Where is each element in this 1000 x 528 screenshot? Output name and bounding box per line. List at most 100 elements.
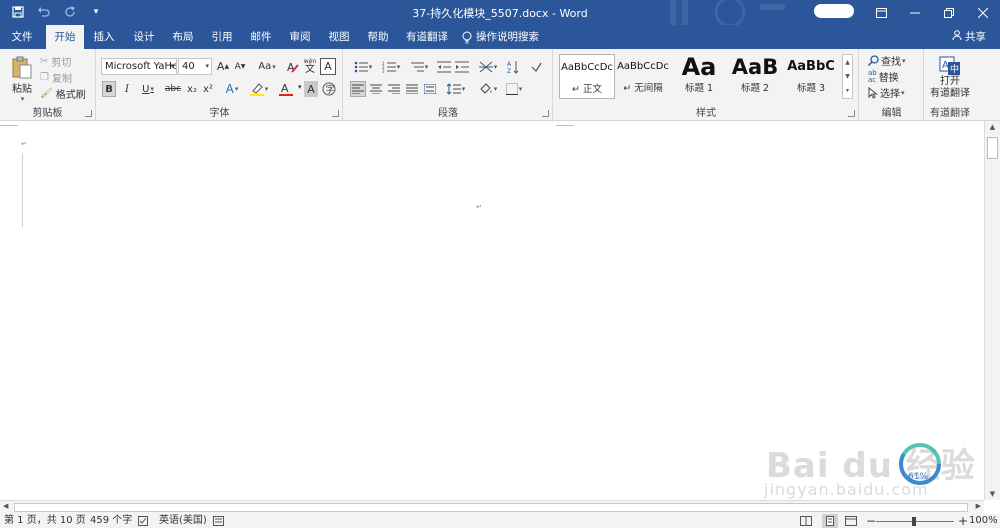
vertical-scrollbar[interactable]: ▲ ▼ <box>984 121 1000 500</box>
change-case-button[interactable]: Aa ▾ <box>254 58 280 75</box>
tab-design[interactable]: 设计 <box>127 25 161 49</box>
character-border-button[interactable]: A <box>320 58 336 75</box>
copy-button[interactable]: ❐ 复制 <box>40 70 72 85</box>
bullets-button[interactable]: ▾ <box>350 58 376 75</box>
select-button[interactable]: 选择 ▾ <box>868 85 905 100</box>
shrink-font-button[interactable]: A ▼ <box>232 58 248 75</box>
font-color-button[interactable]: A <box>274 81 298 97</box>
multilevel-list-button[interactable]: ▾ <box>406 58 432 75</box>
zoom-out-icon[interactable]: − <box>866 514 876 528</box>
align-left-icon[interactable] <box>350 81 366 97</box>
restore-icon[interactable] <box>932 0 966 25</box>
tab-layout[interactable]: 布局 <box>166 25 200 49</box>
paragraph-group: ▾ 1 2 3 ▾ ▾ ▾ AZ ▾ ▾ ▾ 段落 <box>344 49 553 121</box>
bold-button[interactable]: B <box>102 81 116 97</box>
italic-button[interactable]: I <box>120 81 134 97</box>
tab-file[interactable]: 文件 <box>4 25 40 49</box>
ribbon-display-options-icon[interactable] <box>864 0 898 25</box>
style-normal[interactable]: AaBbCcDc ↵ 正文 <box>559 54 615 99</box>
superscript-button[interactable]: x² <box>201 81 215 97</box>
chevron-up-icon[interactable]: ▲ <box>845 59 850 66</box>
share-button[interactable]: 共享 <box>952 25 986 49</box>
distributed-icon[interactable] <box>422 81 438 97</box>
font-launcher-icon[interactable] <box>332 110 339 117</box>
scroll-up-icon[interactable]: ▲ <box>985 123 1000 131</box>
phonetic-guide-button[interactable]: wén 文 <box>302 57 318 76</box>
style-heading-2[interactable]: AaB 标题 2 <box>727 54 783 99</box>
word-count[interactable]: 459 个字 <box>90 514 132 528</box>
character-shading-button[interactable]: A <box>304 81 318 97</box>
find-button[interactable]: 查找 ▾ <box>868 53 906 68</box>
account-avatar[interactable] <box>814 4 854 18</box>
strikethrough-label: abc <box>164 84 182 94</box>
paragraph-mark-icon: ↵ <box>21 140 27 148</box>
zoom-slider-thumb[interactable] <box>912 517 916 526</box>
paste-label: 粘贴 <box>12 83 32 95</box>
web-layout-icon[interactable] <box>845 514 857 528</box>
style-heading-3[interactable]: AaBbC 标题 3 <box>783 54 839 99</box>
text-effects-button[interactable]: A ▾ <box>221 81 243 97</box>
minimize-icon[interactable] <box>898 0 932 25</box>
print-layout-icon[interactable] <box>822 514 838 528</box>
underline-button[interactable]: U ▾ <box>137 81 159 97</box>
language[interactable]: 英语(美国) <box>159 514 207 528</box>
shading-button[interactable]: ▾ <box>476 81 500 97</box>
read-mode-icon[interactable] <box>800 514 812 528</box>
macro-record-icon[interactable] <box>213 514 224 528</box>
justify-icon[interactable] <box>404 81 420 97</box>
font-name-box[interactable]: Microsoft YaHe ▾ <box>101 58 177 75</box>
copy-label: 复制 <box>51 74 72 85</box>
align-center-icon[interactable] <box>368 81 384 97</box>
clipboard-launcher-icon[interactable] <box>85 110 92 117</box>
tab-home[interactable]: 开始 <box>46 25 84 49</box>
vertical-scroll-thumb[interactable] <box>987 137 998 159</box>
sort-icon[interactable]: AZ <box>506 58 520 75</box>
page-count[interactable]: 第 1 页，共 10 页 <box>4 514 86 528</box>
scroll-down-icon[interactable]: ▼ <box>985 490 1000 498</box>
tab-review[interactable]: 审阅 <box>283 25 317 49</box>
styles-launcher-icon[interactable] <box>848 110 855 117</box>
format-painter-button[interactable]: 🖌 格式刷 <box>40 86 86 101</box>
style-no-spacing[interactable]: AaBbCcDc ↵ 无间隔 <box>615 54 671 99</box>
tab-help[interactable]: 帮助 <box>361 25 395 49</box>
paste-button[interactable]: 粘贴 ▾ <box>8 54 36 104</box>
style-heading-1[interactable]: Aa 标题 1 <box>671 54 727 99</box>
highlight-button[interactable]: ▾ <box>247 81 271 97</box>
line-spacing-button[interactable]: ▾ <box>444 81 468 97</box>
clear-formatting-icon[interactable]: A <box>285 58 301 75</box>
styles-gallery-scroll[interactable]: ▲ ▼ ▾ <box>842 54 853 99</box>
open-youdao-button[interactable]: A中 打开 有道翻译 <box>929 53 971 103</box>
tab-view[interactable]: 视图 <box>322 25 356 49</box>
tab-insert[interactable]: 插入 <box>87 25 121 49</box>
chinese-layout-button[interactable]: ▾ <box>476 58 500 75</box>
youdao-group: A中 打开 有道翻译 有道翻译 <box>925 49 1000 121</box>
zoom-in-icon[interactable]: + <box>958 514 968 528</box>
tab-references[interactable]: 引用 <box>205 25 239 49</box>
font-size-box[interactable]: 40 ▾ <box>178 58 212 75</box>
show-marks-icon[interactable] <box>528 58 544 75</box>
subscript-button[interactable]: x₂ <box>185 81 199 97</box>
font-color-icon: A <box>279 82 293 96</box>
borders-button[interactable]: ▾ <box>502 81 526 97</box>
close-icon[interactable] <box>966 0 1000 25</box>
paragraph-launcher-icon[interactable] <box>542 110 549 117</box>
tell-me-search[interactable]: 操作说明搜索 <box>462 25 542 49</box>
scroll-left-icon[interactable]: ◀ <box>3 502 8 510</box>
replace-button[interactable]: ab ac 替换 <box>868 69 899 84</box>
gallery-more-icon[interactable]: ▾ <box>846 87 849 94</box>
cut-button[interactable]: ✂ 剪切 <box>40 54 71 69</box>
grow-font-button[interactable]: A ▲ <box>215 58 231 75</box>
enclose-characters-icon[interactable]: 字 <box>321 81 337 97</box>
proofing-icon[interactable] <box>138 514 150 528</box>
font-color-dropdown-icon[interactable]: ▾ <box>298 83 302 91</box>
tab-youdao[interactable]: 有道翻译 <box>401 25 453 49</box>
style-heading-3-sample: AaBbC <box>787 59 835 74</box>
increase-indent-icon[interactable] <box>454 58 470 75</box>
chevron-down-icon[interactable]: ▼ <box>845 73 850 80</box>
tab-mailings[interactable]: 邮件 <box>244 25 278 49</box>
numbering-button[interactable]: 1 2 3 ▾ <box>378 58 404 75</box>
strikethrough-button[interactable]: abc <box>163 81 183 97</box>
align-right-icon[interactable] <box>386 81 402 97</box>
decrease-indent-icon[interactable] <box>436 58 452 75</box>
zoom-level[interactable]: 100% <box>969 514 998 528</box>
